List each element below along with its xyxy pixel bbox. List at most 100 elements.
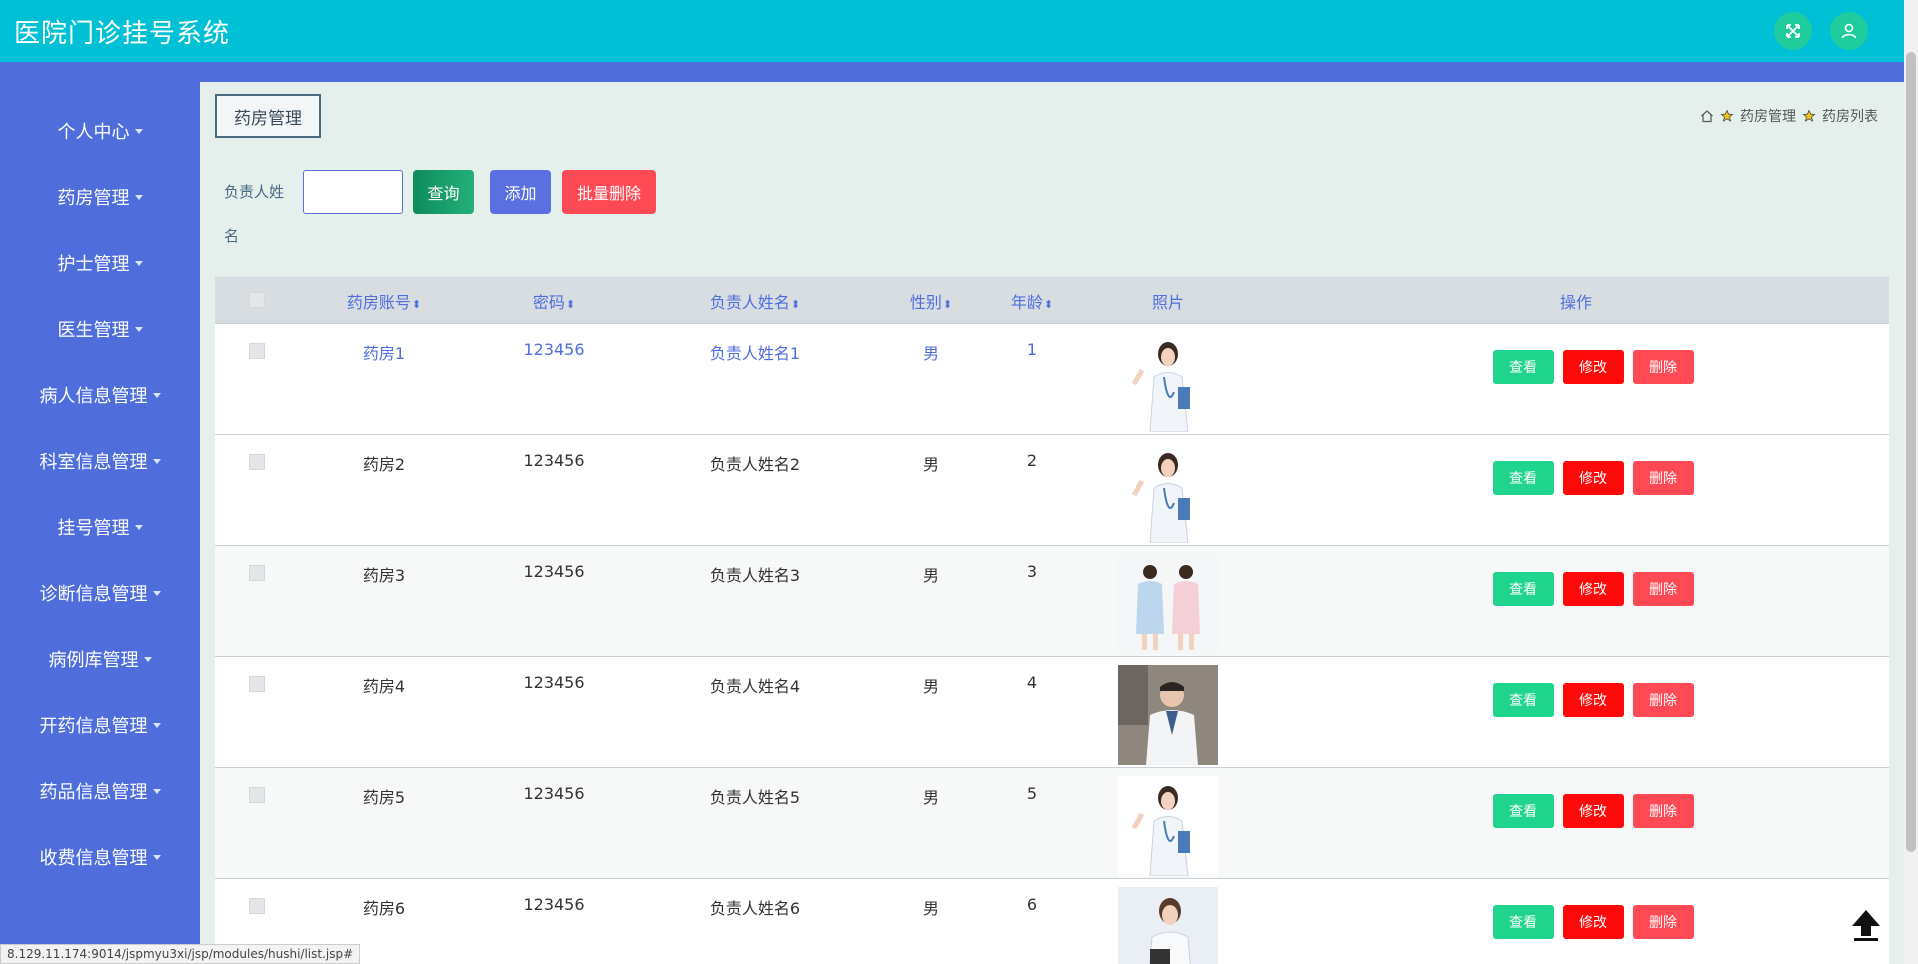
- cell-age: 4: [1026, 673, 1038, 692]
- view-button[interactable]: 查看: [1492, 794, 1554, 828]
- add-button[interactable]: 添加: [490, 170, 551, 214]
- cell-sex: 男: [922, 566, 939, 585]
- cell-account: 药房3: [362, 566, 406, 585]
- header-name[interactable]: 负责人姓名⬍: [639, 289, 871, 313]
- delete-button[interactable]: 删除: [1632, 572, 1694, 606]
- table-row: 药房5 123456 负责人姓名5 男 5 查看 修改 删除: [215, 768, 1889, 879]
- home-icon[interactable]: [1700, 109, 1714, 123]
- cell-age: 6: [1026, 895, 1038, 914]
- chevron-down-icon: [152, 458, 161, 464]
- cell-account: 药房5: [362, 788, 406, 807]
- sidebar-item-patient[interactable]: 病人信息管理: [0, 362, 200, 428]
- edit-button[interactable]: 修改: [1562, 905, 1624, 939]
- sidebar-item-registration[interactable]: 挂号管理: [0, 494, 200, 560]
- edit-button[interactable]: 修改: [1562, 794, 1624, 828]
- query-button[interactable]: 查询: [413, 170, 474, 214]
- doctor-male-photo: [1118, 665, 1218, 765]
- sidebar-item-pharmacy[interactable]: 药房管理: [0, 164, 200, 230]
- sort-icon[interactable]: ⬍: [791, 298, 800, 311]
- breadcrumb-item[interactable]: 药房管理: [1740, 106, 1796, 126]
- sidebar-item-doctor[interactable]: 医生管理: [0, 296, 200, 362]
- sidebar-item-profile[interactable]: 个人中心: [0, 98, 200, 164]
- status-url: 8.129.11.174:9014/jspmyu3xi/jsp/modules/…: [0, 944, 361, 964]
- delete-button[interactable]: 删除: [1632, 683, 1694, 717]
- sidebar-item-label: 个人中心: [57, 122, 130, 143]
- search-label: 负责人姓名: [224, 183, 285, 245]
- delete-button[interactable]: 删除: [1632, 794, 1694, 828]
- sort-icon[interactable]: ⬍: [943, 298, 952, 311]
- top-bar: 医院门诊挂号系统: [0, 0, 1904, 62]
- view-button[interactable]: 查看: [1492, 350, 1554, 384]
- table-row: 药房1 123456 负责人姓名1 男 1 查看 修改 删除: [215, 324, 1889, 435]
- row-checkbox[interactable]: [249, 787, 265, 803]
- edit-button[interactable]: 修改: [1562, 683, 1624, 717]
- sidebar-item-department[interactable]: 科室信息管理: [0, 428, 200, 494]
- sidebar-item-label: 病人信息管理: [39, 386, 148, 407]
- sidebar-item-billing[interactable]: 收费信息管理: [0, 824, 200, 890]
- back-to-top-icon[interactable]: [1848, 906, 1884, 942]
- chevron-down-icon: [152, 854, 161, 860]
- delete-button[interactable]: 删除: [1632, 350, 1694, 384]
- sort-icon[interactable]: ⬍: [1044, 298, 1053, 311]
- page-title[interactable]: 药房管理: [215, 94, 321, 138]
- header-account[interactable]: 药房账号⬍: [299, 289, 469, 313]
- row-checkbox[interactable]: [249, 565, 265, 581]
- sidebar-item-nurse[interactable]: 护士管理: [0, 230, 200, 296]
- sidebar-item-drug[interactable]: 药品信息管理: [0, 758, 200, 824]
- cell-password: 123456: [523, 673, 585, 692]
- view-button[interactable]: 查看: [1492, 905, 1554, 939]
- pharmacy-table: 药房账号⬍ 密码⬍ 负责人姓名⬍ 性别⬍ 年龄⬍ 照片 操作 药房1 12345…: [215, 277, 1889, 964]
- sort-icon[interactable]: ⬍: [412, 298, 421, 311]
- cell-age: 1: [1026, 340, 1038, 359]
- header-age[interactable]: 年龄⬍: [991, 289, 1073, 313]
- row-checkbox[interactable]: [249, 676, 265, 692]
- sidebar-item-label: 药品信息管理: [39, 782, 148, 803]
- edit-button[interactable]: 修改: [1562, 350, 1624, 384]
- view-button[interactable]: 查看: [1492, 683, 1554, 717]
- doctor-female-photo: [1118, 332, 1218, 432]
- chevron-down-icon: [134, 128, 143, 134]
- scrollbar[interactable]: [1904, 0, 1918, 964]
- cell-age: 2: [1026, 451, 1038, 470]
- chevron-down-icon: [134, 260, 143, 266]
- sidebar-item-case-library[interactable]: 病例库管理: [0, 626, 200, 692]
- fullscreen-icon[interactable]: [1774, 12, 1812, 50]
- header-label: 年龄: [1010, 292, 1043, 312]
- name-search-input[interactable]: [303, 170, 403, 214]
- row-checkbox[interactable]: [249, 343, 265, 359]
- edit-button[interactable]: 修改: [1562, 461, 1624, 495]
- cell-name: 负责人姓名5: [709, 788, 801, 807]
- header-password[interactable]: 密码⬍: [469, 289, 639, 313]
- two-nurses-photo: [1118, 554, 1218, 654]
- delete-button[interactable]: 删除: [1632, 461, 1694, 495]
- cell-password: 123456: [523, 784, 585, 803]
- doctor-clipboard-photo: [1118, 887, 1218, 964]
- header-photo: 照片: [1151, 292, 1184, 312]
- delete-button[interactable]: 删除: [1632, 905, 1694, 939]
- row-checkbox[interactable]: [249, 454, 265, 470]
- row-checkbox[interactable]: [249, 898, 265, 914]
- app-title: 医院门诊挂号系统: [14, 18, 231, 49]
- view-button[interactable]: 查看: [1492, 572, 1554, 606]
- sidebar-item-prescription[interactable]: 开药信息管理: [0, 692, 200, 758]
- cell-sex: 男: [922, 677, 939, 696]
- breadcrumb-item: 药房列表: [1822, 109, 1878, 125]
- cell-sex: 男: [922, 788, 939, 807]
- cell-name: 负责人姓名1: [709, 344, 801, 363]
- header-label: 密码: [532, 292, 565, 312]
- view-button[interactable]: 查看: [1492, 461, 1554, 495]
- sidebar-item-label: 病例库管理: [48, 650, 139, 671]
- sidebar-item-label: 诊断信息管理: [39, 584, 148, 605]
- star-icon: [1720, 109, 1734, 122]
- user-icon[interactable]: [1830, 12, 1868, 50]
- scrollbar-thumb[interactable]: [1906, 52, 1916, 852]
- cell-age: 5: [1026, 784, 1038, 803]
- select-all-checkbox[interactable]: [249, 292, 265, 308]
- sidebar-item-label: 护士管理: [57, 254, 130, 275]
- sidebar-item-diagnosis[interactable]: 诊断信息管理: [0, 560, 200, 626]
- chevron-down-icon: [152, 392, 161, 398]
- edit-button[interactable]: 修改: [1562, 572, 1624, 606]
- batch-delete-button[interactable]: 批量删除: [562, 170, 656, 214]
- header-sex[interactable]: 性别⬍: [871, 289, 991, 313]
- sort-icon[interactable]: ⬍: [566, 298, 575, 311]
